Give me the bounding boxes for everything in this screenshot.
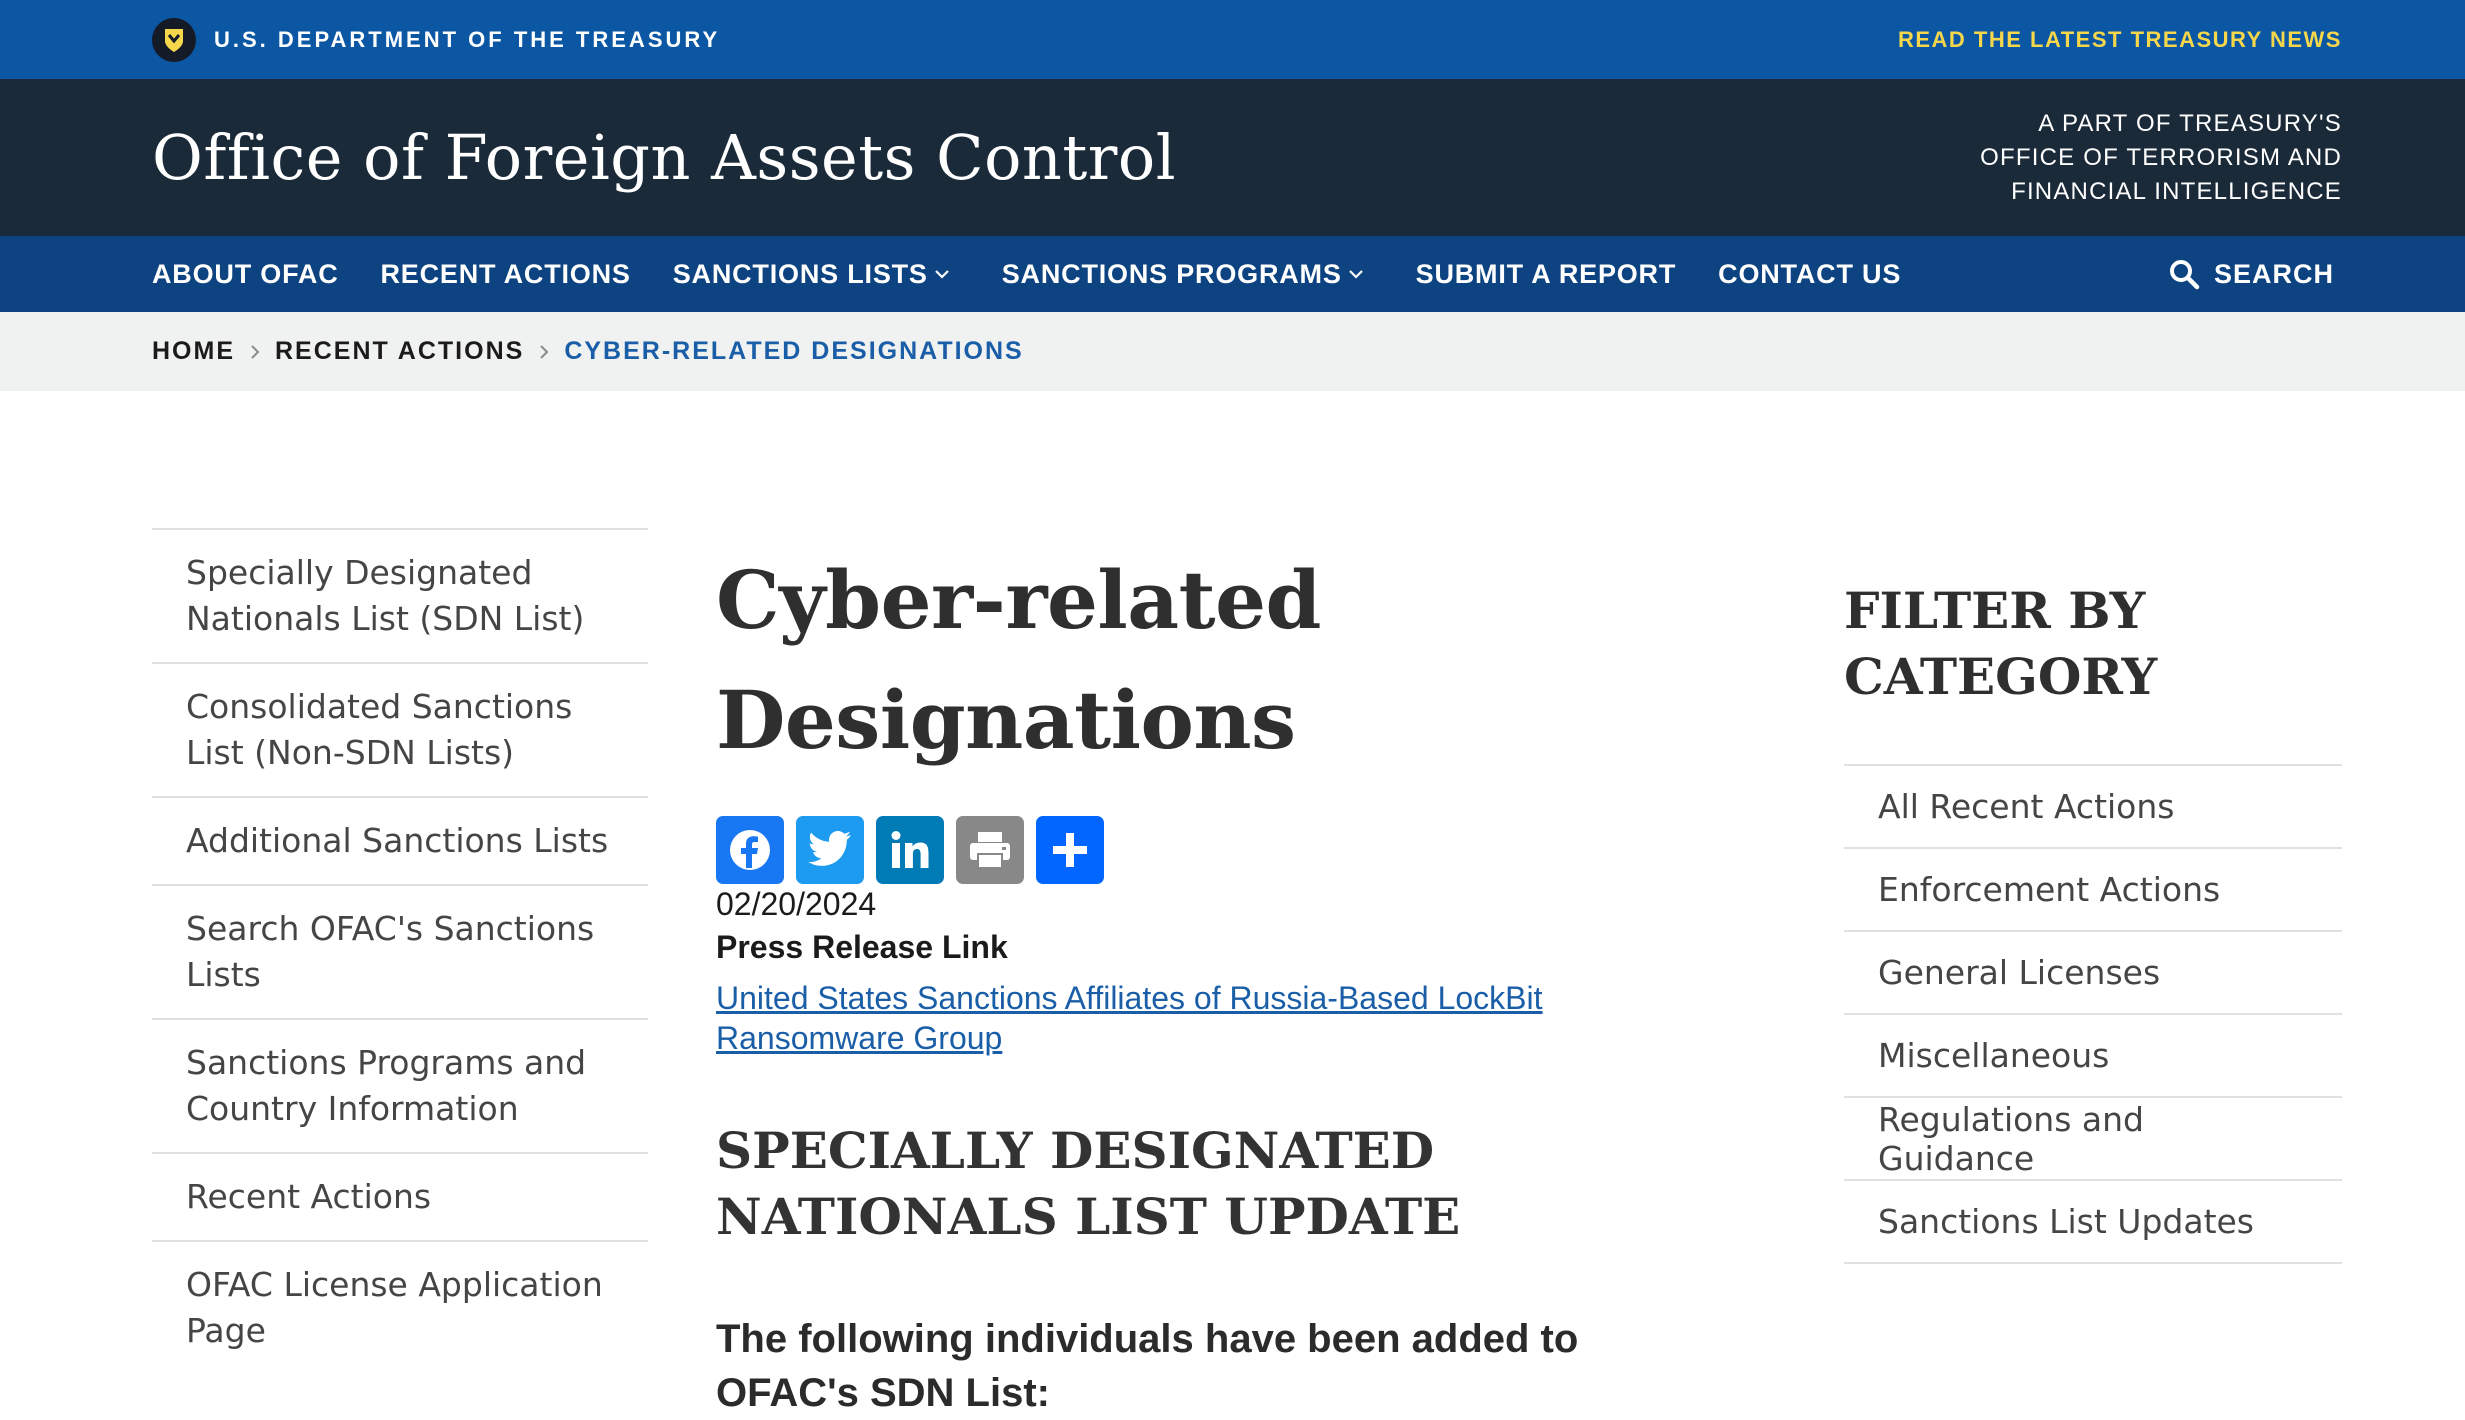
nav-sanctions-lists[interactable]: SANCTIONS LISTS <box>673 259 960 290</box>
main-nav: ABOUT OFAC RECENT ACTIONS SANCTIONS LIST… <box>0 236 2465 312</box>
nav-item-label: SUBMIT A REPORT <box>1415 258 1677 289</box>
facebook-share-button[interactable] <box>716 816 784 884</box>
chevron-right-icon <box>538 343 550 361</box>
nav-sanctions-programs[interactable]: SANCTIONS PROGRAMS <box>1002 259 1374 290</box>
tagline-line: OFFICE OF TERRORISM AND <box>1980 143 2342 171</box>
share-plus-icon <box>1053 833 1087 867</box>
chevron-down-icon <box>934 268 950 280</box>
filter-title: FILTER BY CATEGORY <box>1844 581 2158 706</box>
nav-item-label: RECENT ACTIONS <box>380 258 631 289</box>
tagline-line: FINANCIAL INTELLIGENCE <box>2011 177 2342 205</box>
treasury-banner: U.S. DEPARTMENT OF THE TREASURY READ THE… <box>0 0 2465 79</box>
facebook-icon <box>730 830 770 870</box>
breadcrumb-current: CYBER-RELATED DESIGNATIONS <box>564 337 1024 365</box>
twitter-icon <box>808 831 851 866</box>
sidebar-item-sdn-list[interactable]: Specially Designated Nationals List (SDN… <box>152 528 648 662</box>
sidebar-nav: Specially Designated Nationals List (SDN… <box>152 528 648 1374</box>
breadcrumb-recent-actions[interactable]: RECENT ACTIONS <box>275 337 524 366</box>
twitter-share-button[interactable] <box>796 816 864 884</box>
search-button[interactable]: SEARCH <box>2168 258 2334 290</box>
nav-item-label: SANCTIONS PROGRAMS <box>1001 258 1342 289</box>
department-name: U.S. DEPARTMENT OF THE TREASURY <box>214 26 721 52</box>
nav-about-ofac[interactable]: ABOUT OFAC <box>152 259 339 290</box>
filter-item-regulations[interactable]: Regulations and Guidance <box>1844 1096 2342 1179</box>
chevron-right-icon <box>249 343 261 361</box>
filter-item-general-licenses[interactable]: General Licenses <box>1844 930 2342 1013</box>
filter-list: All Recent Actions Enforcement Actions G… <box>1844 764 2342 1264</box>
site-header: Office of Foreign Assets Control A PART … <box>0 79 2465 236</box>
share-buttons <box>716 816 1726 884</box>
breadcrumb: HOME RECENT ACTIONS CYBER-RELATED DESIGN… <box>0 312 2465 391</box>
nav-submit-report[interactable]: SUBMIT A REPORT <box>1416 259 1677 290</box>
share-button[interactable] <box>1036 816 1104 884</box>
filter-sidebar: FILTER BY CATEGORY All Recent Actions En… <box>1844 578 2342 1264</box>
filter-item-sanctions-updates[interactable]: Sanctions List Updates <box>1844 1179 2342 1264</box>
page-title: Cyber-related Designations <box>716 553 1321 767</box>
linkedin-share-button[interactable] <box>876 816 944 884</box>
treasury-news-link[interactable]: READ THE LATEST TREASURY NEWS <box>1898 27 2342 53</box>
nav-item-label: ABOUT OFAC <box>152 258 339 289</box>
filter-item-miscellaneous[interactable]: Miscellaneous <box>1844 1013 2342 1096</box>
chevron-down-icon <box>1348 268 1364 280</box>
publish-date: 02/20/2024 <box>716 886 877 922</box>
nav-recent-actions[interactable]: RECENT ACTIONS <box>381 259 631 290</box>
filter-item-all[interactable]: All Recent Actions <box>1844 764 2342 847</box>
press-release-label: Press Release Link <box>716 929 1008 965</box>
search-icon <box>2169 260 2200 290</box>
site-title[interactable]: Office of Foreign Assets Control <box>152 121 1176 194</box>
main-content: Cyber-related Designations 02/20/2024 Pr… <box>716 540 1726 1420</box>
nav-item-label: CONTACT US <box>1718 258 1902 289</box>
sidebar-item-license-application[interactable]: OFAC License Application Page <box>152 1240 648 1374</box>
department-link[interactable]: U.S. DEPARTMENT OF THE TREASURY <box>152 17 721 62</box>
tagline: A PART OF TREASURY'S OFFICE OF TERRORISM… <box>1980 107 2342 209</box>
sidebar-item-additional-lists[interactable]: Additional Sanctions Lists <box>152 796 648 884</box>
sidebar-item-search-lists[interactable]: Search OFAC's Sanctions Lists <box>152 884 648 1018</box>
print-icon <box>970 832 1010 869</box>
press-release-link[interactable]: United States Sanctions Affiliates of Ru… <box>716 978 1726 1058</box>
sidebar-item-consolidated-list[interactable]: Consolidated Sanctions List (Non-SDN Lis… <box>152 662 648 796</box>
linkedin-icon <box>891 831 929 868</box>
nav-contact-us[interactable]: CONTACT US <box>1718 259 1901 290</box>
print-button[interactable] <box>956 816 1024 884</box>
sidebar-item-recent-actions[interactable]: Recent Actions <box>152 1152 648 1240</box>
treasury-seal-icon <box>152 17 196 62</box>
tagline-line: A PART OF TREASURY'S <box>2038 109 2342 137</box>
nav-item-label: SANCTIONS LISTS <box>672 258 928 289</box>
filter-item-enforcement[interactable]: Enforcement Actions <box>1844 847 2342 930</box>
section-heading: SPECIALLY DESIGNATED NATIONALS LIST UPDA… <box>716 1121 1461 1246</box>
sidebar-item-programs[interactable]: Sanctions Programs and Country Informati… <box>152 1018 648 1152</box>
search-label: SEARCH <box>2213 258 2334 289</box>
sub-heading: The following individuals have been adde… <box>716 1317 1579 1415</box>
breadcrumb-home[interactable]: HOME <box>152 337 235 366</box>
